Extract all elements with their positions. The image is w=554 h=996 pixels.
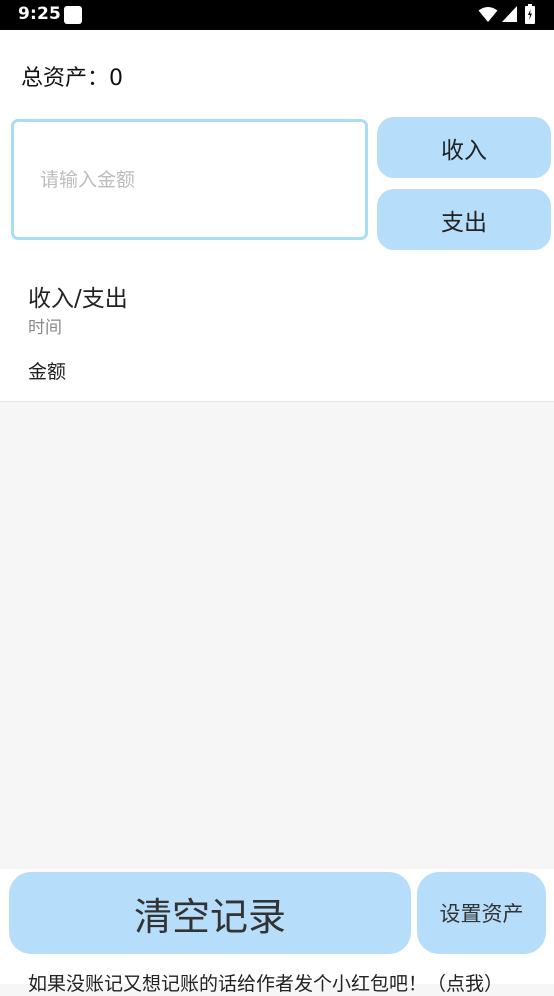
donate-link[interactable]: 如果没账记又想记账的话给作者发个小红包吧！（点我） xyxy=(28,969,503,996)
entry-panel: 总资产：0 收入 支出 收入/支出 时间 金额 xyxy=(0,30,554,402)
battery-icon xyxy=(525,4,535,24)
cell-signal-icon xyxy=(502,6,517,22)
clear-records-button[interactable]: 清空记录 xyxy=(9,872,411,954)
status-bar: 9:25 xyxy=(0,0,554,30)
records-list[interactable] xyxy=(0,402,554,869)
wifi-icon xyxy=(478,7,498,22)
amount-input[interactable] xyxy=(11,119,368,240)
list-header-amount: 金额 xyxy=(28,361,67,383)
list-header-time: 时间 xyxy=(28,318,62,338)
list-header-type: 收入/支出 xyxy=(28,286,128,312)
app-notification-icon xyxy=(64,6,82,24)
bottom-actions: 清空记录 设置资产 如果没账记又想记账的话给作者发个小红包吧！（点我） xyxy=(0,869,554,995)
set-assets-button[interactable]: 设置资产 xyxy=(417,872,546,954)
status-time: 9:25 xyxy=(18,4,62,24)
expense-button[interactable]: 支出 xyxy=(377,189,551,250)
total-assets-label: 总资产：0 xyxy=(21,66,123,91)
income-button[interactable]: 收入 xyxy=(377,117,551,178)
